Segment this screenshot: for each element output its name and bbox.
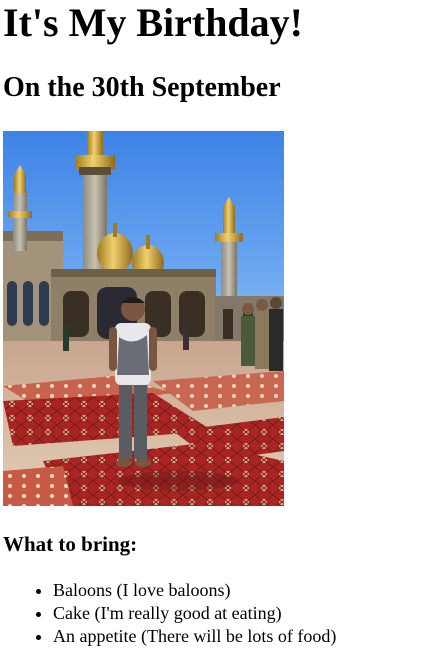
birthday-photo — [3, 131, 284, 506]
page-title: It's My Birthday! — [3, 0, 303, 45]
list-item: Cake (I'm really good at eating) — [53, 602, 336, 625]
what-to-bring-list: Baloons (I love baloons) Cake (I'm reall… — [0, 579, 336, 648]
list-item: An appetite (There will be lots of food) — [53, 625, 336, 648]
birthday-page: It's My Birthday! On the 30th September — [0, 0, 436, 663]
photo-image — [3, 131, 284, 506]
what-to-bring-heading: What to bring: — [3, 532, 138, 556]
birthday-date-heading: On the 30th September — [3, 72, 281, 103]
list-item: Baloons (I love baloons) — [53, 579, 336, 602]
